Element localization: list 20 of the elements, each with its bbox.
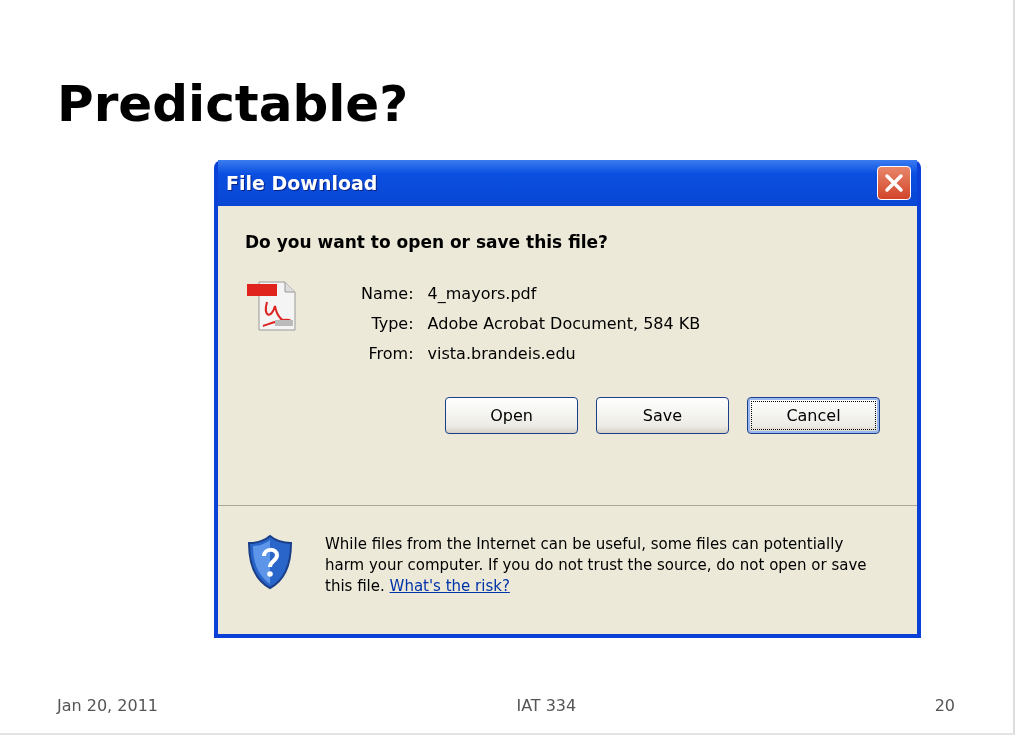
risk-link[interactable]: What's the risk? [389,577,510,595]
shield-help-icon [245,534,295,590]
window-title: File Download [226,172,378,194]
dialog-question: Do you want to open or save this file? [245,232,609,252]
dialog-button[interactable]: Open [445,397,578,434]
field-label: Type: [370,314,414,333]
field-label: From: [367,344,414,363]
dialog-button[interactable]: Cancel [747,397,880,434]
close-button[interactable] [877,166,911,200]
field-value: 4_mayors.pdf [427,284,538,303]
footer-date: Jan 20, 2011 [57,696,158,715]
footer-course: IAT 334 [516,696,577,715]
close-icon [883,172,905,194]
field-value: vista.brandeis.edu [427,344,577,363]
page-number: 20 [934,696,955,715]
dialog-button[interactable]: Save [596,397,729,434]
slide-title: Predictable? [57,74,409,134]
warning-text: While files from the Internet can be useful, some files can potentially harm your computer. If you do not trust the source, do not open or save this file. What's the risk? [325,534,868,597]
field-value: Adobe Acrobat Document, 584 KB [427,314,701,333]
field-label: Name: [361,284,414,303]
